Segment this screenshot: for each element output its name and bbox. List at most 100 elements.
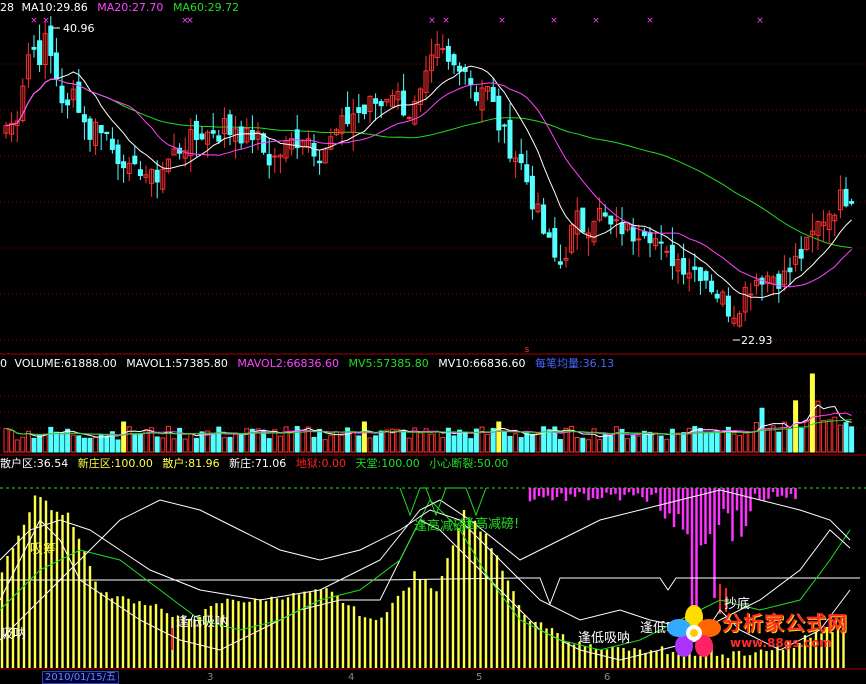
mv5-line xyxy=(5,419,852,436)
mavol2-label: MAVOL2:66836.60 xyxy=(237,357,340,370)
signal-marker: × xyxy=(592,16,600,26)
candle-body xyxy=(541,204,547,234)
volume-bar xyxy=(227,436,233,453)
ma20-label: MA20:27.70 xyxy=(97,1,164,14)
candle-body xyxy=(473,92,479,102)
candle-body xyxy=(193,120,199,141)
candle-body xyxy=(630,226,636,242)
volume-bar xyxy=(793,400,799,453)
indicator-annotation: 逢低吸呐 xyxy=(578,631,630,646)
volume-bar xyxy=(193,437,199,453)
candle-body xyxy=(48,25,54,56)
candle-body xyxy=(524,164,530,183)
volume-bar xyxy=(160,437,166,453)
candle-body xyxy=(647,231,653,244)
candle-body xyxy=(725,295,731,317)
volume-bar xyxy=(221,437,227,453)
candle-body xyxy=(849,201,855,204)
candle-body xyxy=(451,54,457,66)
candle-body xyxy=(317,160,323,164)
volume-bar xyxy=(479,426,485,453)
candle-body xyxy=(109,138,115,150)
candle-body xyxy=(81,114,87,123)
volume-bar xyxy=(597,439,603,453)
candle-body xyxy=(238,126,244,144)
candle-body xyxy=(703,271,709,281)
candle-body xyxy=(457,65,463,72)
volume-bar xyxy=(675,432,681,453)
signal-marker: × xyxy=(428,16,436,26)
volume-bar xyxy=(361,421,367,453)
volume-bar xyxy=(48,426,54,453)
stock-chart[interactable]: × × ×× × × × × × × ×s 40.9622.93吸筹逢高减磅!逢高减磅!逢低吸呐逢… xyxy=(0,0,866,684)
volume-bar xyxy=(731,433,737,453)
candle-body xyxy=(619,222,625,235)
volume-header: 0 VOLUME:61888.00 MAVOL1:57385.80 MAVOL2… xyxy=(0,357,620,371)
volume-bar xyxy=(636,435,642,453)
mavol1-label: MAVOL1:57385.80 xyxy=(126,357,228,370)
volume-bar xyxy=(501,430,507,453)
volume-bar xyxy=(507,435,513,453)
candle-body xyxy=(154,169,160,183)
volume-bar xyxy=(737,435,743,453)
watermark-url: www.88gs.com xyxy=(730,636,832,650)
volume-bar xyxy=(132,434,138,453)
volume-bar xyxy=(87,437,93,453)
candle-body xyxy=(210,130,216,134)
candle-body xyxy=(681,258,687,275)
candle-body xyxy=(787,267,793,273)
candle-body xyxy=(709,280,715,293)
volume-bar xyxy=(546,429,552,453)
ma10-label: MA10:29.86 xyxy=(21,1,88,14)
month-tick-5: 5 xyxy=(476,672,483,683)
volume-bar xyxy=(300,430,306,453)
volume-bar xyxy=(462,431,468,453)
month-tick-4: 4 xyxy=(348,672,355,683)
candle-body xyxy=(552,228,558,258)
volume-bar xyxy=(182,438,188,453)
volume-bar xyxy=(216,426,222,453)
volume-bar xyxy=(356,435,362,453)
volume-bar xyxy=(658,435,664,453)
signal-marker: × xyxy=(30,16,38,26)
price-left-cut: 28 xyxy=(0,1,14,14)
volume-bar xyxy=(681,432,687,453)
candle-body xyxy=(345,106,351,125)
candle-body xyxy=(199,133,205,140)
volume-bars[interactable] xyxy=(3,373,855,453)
candle-body xyxy=(507,119,513,159)
volume-bar xyxy=(59,432,65,453)
volume-bar xyxy=(753,422,759,453)
volume-bar xyxy=(339,434,345,453)
candle-body xyxy=(87,118,93,140)
candle-body xyxy=(227,114,233,136)
volume-bar xyxy=(513,433,519,453)
candle-body xyxy=(121,161,127,169)
candle-body xyxy=(669,244,675,267)
volume-bar xyxy=(384,429,390,453)
volume-bar xyxy=(529,433,535,453)
s-marker: s xyxy=(525,345,530,355)
volume-bar xyxy=(541,426,547,453)
volume-bar xyxy=(401,429,407,453)
candle-body xyxy=(658,241,664,244)
volume-bar xyxy=(31,437,37,453)
volume-bar xyxy=(440,436,446,453)
volume-bar xyxy=(518,437,524,453)
volume-bar xyxy=(647,431,653,453)
volume-bar xyxy=(524,432,530,453)
candle-body xyxy=(664,250,670,253)
volume-bar xyxy=(417,432,423,453)
volume-bar xyxy=(233,432,239,453)
volume-bar xyxy=(821,419,827,453)
candle-body xyxy=(636,238,642,241)
volume-bar xyxy=(373,435,379,453)
volume-bar xyxy=(406,437,412,453)
volume-bar xyxy=(748,431,754,453)
ma10-line xyxy=(5,65,852,299)
candle-body xyxy=(373,98,379,104)
volume-bar xyxy=(115,439,121,453)
volume-bar xyxy=(266,438,272,453)
sanhu-label: 散户:81.96 xyxy=(162,457,220,470)
volume-bar xyxy=(580,437,586,453)
